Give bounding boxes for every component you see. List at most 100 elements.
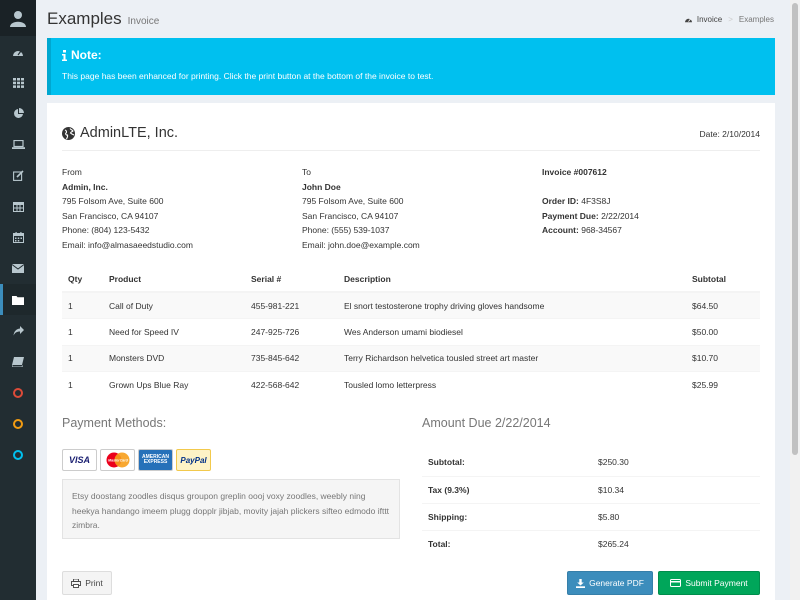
invoice-header: AdminLTE, Inc. Date: 2/10/2014 <box>62 123 760 151</box>
download-icon <box>576 578 586 588</box>
sidebar-item-examples[interactable] <box>0 284 36 315</box>
from-email: Email: info@almasaeedstudio.com <box>62 239 193 250</box>
submit-payment-label: Submit Payment <box>685 578 748 588</box>
amex-card-icon: AMERICAN EXPRESS <box>138 449 173 471</box>
sidebar-item-tables[interactable] <box>0 191 36 222</box>
scrollbar-thumb[interactable] <box>792 3 798 455</box>
from-name: Admin, Inc. <box>62 181 108 192</box>
amount-due-title: Amount Due 2/22/2014 <box>422 416 551 430</box>
col-product: Product <box>103 266 245 293</box>
circle-yellow-icon <box>13 418 23 429</box>
tax-label: Tax (9.3%) <box>422 475 592 503</box>
total-label: Total: <box>422 529 592 557</box>
visa-card-icon: VISA <box>62 449 97 471</box>
table-row: 1 Need for Speed IV 247-925-726 Wes Ande… <box>62 318 760 345</box>
table-icon <box>12 201 24 212</box>
sidebar-item-forms[interactable] <box>0 160 36 191</box>
invoice-date: Date: 2/10/2014 <box>699 129 761 139</box>
totals-row: Shipping: $5.80 <box>422 502 760 530</box>
sidebar-item-mailbox[interactable] <box>0 253 36 284</box>
col-subtotal: Subtotal <box>686 266 760 293</box>
from-address2: San Francisco, CA 94107 <box>62 210 159 221</box>
generate-pdf-label: Generate PDF <box>589 578 644 588</box>
total-value: $265.24 <box>592 529 760 557</box>
cell-qty: 1 <box>62 344 103 372</box>
share-icon <box>13 325 24 335</box>
table-row: 1 Call of Duty 455-981-221 El snort test… <box>62 291 760 319</box>
sidebar-item-information[interactable] <box>0 439 36 470</box>
totals-row: Subtotal: $250.30 <box>422 449 760 476</box>
company-name-text: AdminLTE, Inc. <box>80 125 179 141</box>
circle-aqua-icon <box>13 449 23 460</box>
page-title: Examples Invoice <box>47 9 159 29</box>
cell-qty: 1 <box>62 291 103 319</box>
sidebar-item-dashboard[interactable] <box>0 36 36 67</box>
account: Account: 968-34567 <box>542 225 622 235</box>
paypal-card-icon: PayPal <box>176 449 211 471</box>
sidebar-item-warning[interactable] <box>0 408 36 439</box>
sidebar <box>0 0 36 600</box>
cell-product: Need for Speed IV <box>103 318 245 345</box>
breadcrumb-link-invoice[interactable]: Invoice <box>697 15 722 24</box>
user-avatar[interactable] <box>0 0 36 36</box>
cell-product: Monsters DVD <box>103 344 245 372</box>
cell-subtotal: $25.99 <box>686 371 760 398</box>
callout-title: Note: <box>62 48 764 62</box>
sidebar-item-multilevel[interactable] <box>0 315 36 346</box>
cell-subtotal: $10.70 <box>686 344 760 372</box>
cell-serial: 735-845-642 <box>245 344 338 372</box>
payment-note: Etsy doostang zoodles disqus groupon gre… <box>62 479 400 539</box>
from-address: From Admin, Inc. 795 Folsom Ave, Suite 6… <box>62 165 193 252</box>
table-row: 1 Grown Ups Blue Ray 422-568-642 Tousled… <box>62 371 760 398</box>
page-subtitle: Invoice <box>127 16 160 27</box>
cell-serial: 247-925-726 <box>245 318 338 345</box>
totals-table: Subtotal: $250.30 Tax (9.3%) $10.34 Ship… <box>422 449 760 557</box>
cell-subtotal: $64.50 <box>686 291 760 319</box>
cell-product: Grown Ups Blue Ray <box>103 371 245 398</box>
cell-product: Call of Duty <box>103 291 245 319</box>
print-button[interactable]: Print <box>62 571 112 595</box>
circle-red-icon <box>13 387 23 398</box>
sidebar-item-important[interactable] <box>0 377 36 408</box>
callout-title-text: Note: <box>71 48 102 62</box>
cell-description: Wes Anderson umami biodiesel <box>338 318 686 345</box>
col-description: Description <box>338 266 686 293</box>
callout-text: This page has been enhanced for printing… <box>62 71 434 81</box>
to-address1: 795 Folsom Ave, Suite 600 <box>302 196 404 206</box>
page-scrollbar[interactable] <box>790 0 800 600</box>
col-serial: Serial # <box>245 266 338 293</box>
payment-cards: VISA MasterCard AMERICAN EXPRESS PayPal <box>62 449 211 471</box>
envelope-icon <box>12 264 24 273</box>
company-name: AdminLTE, Inc. <box>62 125 178 141</box>
breadcrumb-separator: > <box>728 15 733 24</box>
sidebar-item-calendar[interactable] <box>0 222 36 253</box>
from-label: From <box>62 167 82 177</box>
totals-row: Total: $265.24 <box>422 529 760 557</box>
dashboard-icon <box>13 50 23 56</box>
sidebar-item-documentation[interactable] <box>0 346 36 377</box>
generate-pdf-button[interactable]: Generate PDF <box>567 571 653 595</box>
sidebar-item-charts[interactable] <box>0 98 36 129</box>
col-qty: Qty <box>62 266 103 293</box>
user-avatar-icon <box>10 11 26 27</box>
payment-due: Payment Due: 2/22/2014 <box>542 210 639 221</box>
sidebar-item-layout[interactable] <box>0 67 36 98</box>
invoice: AdminLTE, Inc. Date: 2/10/2014 From Admi… <box>47 103 775 600</box>
from-phone: Phone: (804) 123-5432 <box>62 225 150 235</box>
sidebar-item-ui[interactable] <box>0 129 36 160</box>
invoice-meta: Invoice #007612 Order ID: 4F3S8J Payment… <box>542 165 639 238</box>
folder-icon <box>12 295 24 305</box>
cell-description: El snort testosterone trophy driving glo… <box>338 291 686 319</box>
subtotal-label: Subtotal: <box>428 457 465 468</box>
submit-payment-button[interactable]: Submit Payment <box>658 571 760 595</box>
invoice-number: Invoice #007612 <box>542 167 607 177</box>
items-table: Qty Product Serial # Description Subtota… <box>62 266 760 398</box>
cell-qty: 1 <box>62 371 103 398</box>
totals-row: Tax (9.3%) $10.34 <box>422 475 760 503</box>
order-id: Order ID: 4F3S8J <box>542 196 611 206</box>
mastercard-card-icon: MasterCard <box>100 449 135 471</box>
subtotal-value: $250.30 <box>598 457 629 468</box>
cell-qty: 1 <box>62 318 103 345</box>
pie-chart-icon <box>13 108 24 118</box>
page-title-text: Examples <box>47 9 122 28</box>
